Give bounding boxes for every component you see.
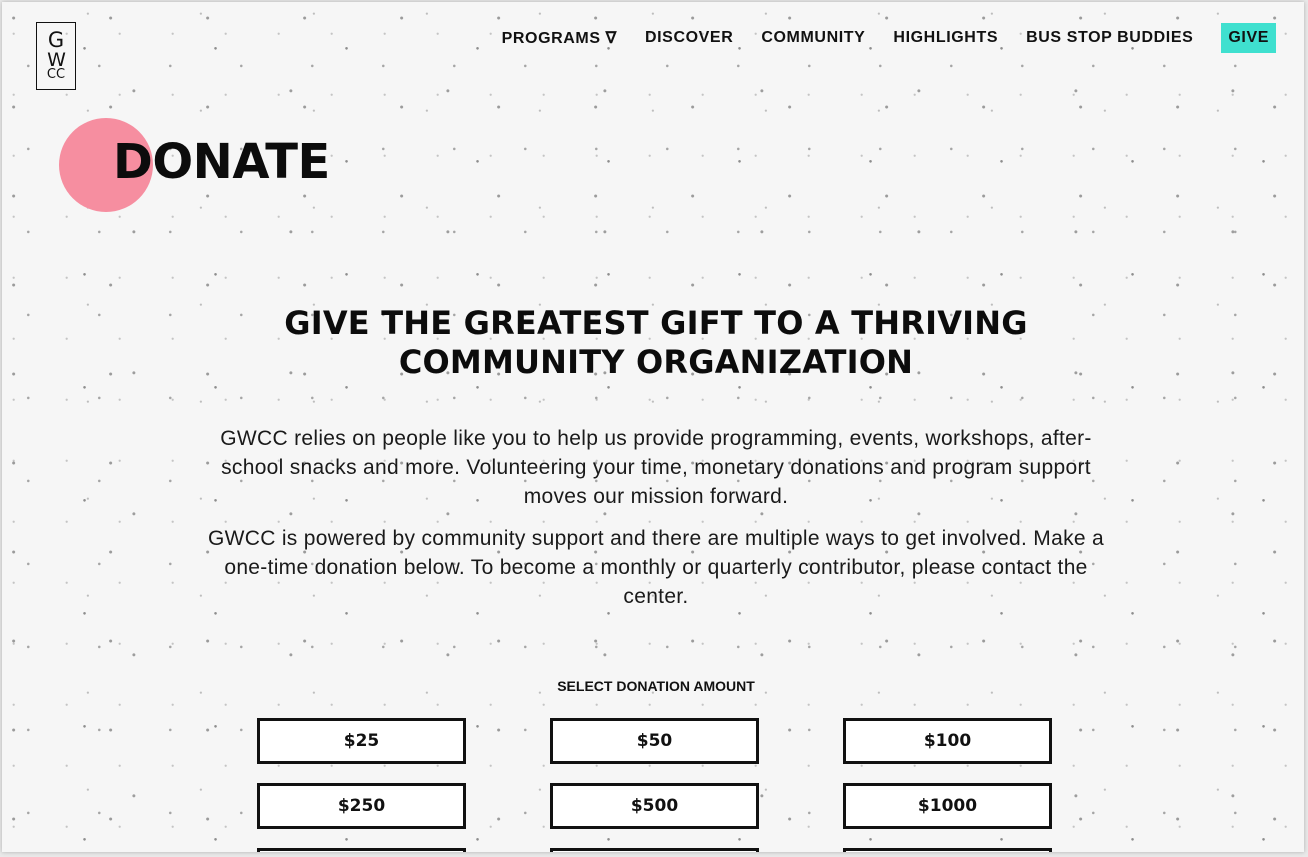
amount-button-partial[interactable] <box>550 848 759 852</box>
logo-letters-cc: CC <box>46 66 66 82</box>
amount-button-partial[interactable] <box>843 848 1052 852</box>
donation-amount-label: SELECT DONATION AMOUNT <box>557 678 755 694</box>
logo[interactable]: G W CC <box>36 22 76 90</box>
amount-button-50[interactable]: $50 <box>550 718 759 764</box>
page: G W CC PROGRAMS ∇ DISCOVER COMMUNITY HIG… <box>2 2 1304 852</box>
nav-highlights[interactable]: HIGHLIGHTS <box>893 23 998 53</box>
amount-button-partial[interactable] <box>257 848 466 852</box>
nav-community[interactable]: COMMUNITY <box>761 23 865 53</box>
amount-button-250[interactable]: $250 <box>257 783 466 829</box>
involvement-paragraph: GWCC is powered by community support and… <box>208 527 1104 608</box>
nav-programs[interactable]: PROGRAMS ∇ <box>502 22 617 54</box>
page-title: DONATE <box>113 134 330 190</box>
donation-amount-grid: $25 $50 $100 $250 $500 $1000 <box>257 718 1053 852</box>
amount-button-100[interactable]: $100 <box>843 718 1052 764</box>
headline-line-2: COMMUNITY ORGANIZATION <box>398 343 914 381</box>
headline-line-1: GIVE THE GREATEST GIFT TO A THRIVING <box>284 304 1028 342</box>
nav-give-button[interactable]: GIVE <box>1221 23 1276 53</box>
nav-discover[interactable]: DISCOVER <box>645 23 733 53</box>
amount-button-500[interactable]: $500 <box>550 783 759 829</box>
amount-button-25[interactable]: $25 <box>257 718 466 764</box>
intro-paragraph: GWCC relies on people like you to help u… <box>220 427 1092 508</box>
headline: GIVE THE GREATEST GIFT TO A THRIVING COM… <box>156 304 1156 382</box>
main-nav: PROGRAMS ∇ DISCOVER COMMUNITY HIGHLIGHTS… <box>474 22 1276 54</box>
amount-button-1000[interactable]: $1000 <box>843 783 1052 829</box>
nav-bus-stop-buddies[interactable]: BUS STOP BUDDIES <box>1026 23 1193 53</box>
logo-letter-g: G <box>47 27 65 52</box>
